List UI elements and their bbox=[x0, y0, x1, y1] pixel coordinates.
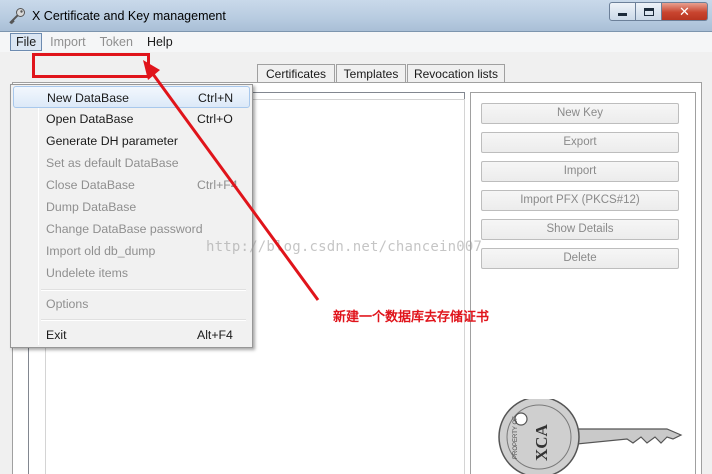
menu-item-dump-database[interactable]: Dump DataBase bbox=[13, 196, 250, 218]
key-app-icon bbox=[9, 8, 25, 25]
menu-item-label: Exit bbox=[46, 328, 67, 342]
menu-item-label: Import old db_dump bbox=[46, 244, 156, 258]
menu-separator bbox=[41, 319, 246, 321]
window-titlebar[interactable]: X Certificate and Key management ✕ bbox=[0, 0, 712, 32]
menu-item-label: Undelete items bbox=[46, 266, 129, 280]
tab-templates[interactable]: Templates bbox=[336, 64, 406, 83]
window-title: X Certificate and Key management bbox=[32, 9, 226, 23]
menu-item-change-password[interactable]: Change DataBase password bbox=[13, 218, 250, 240]
menu-item-label: Dump DataBase bbox=[46, 200, 137, 214]
import-pfx-button[interactable]: Import PFX (PKCS#12) bbox=[481, 190, 679, 211]
export-button[interactable]: Export bbox=[481, 132, 679, 153]
maximize-icon bbox=[643, 7, 654, 16]
annotation-text: 新建一个数据库去存储证书 bbox=[333, 310, 490, 325]
annotation-highlight-box bbox=[32, 53, 150, 78]
menu-item-label: New DataBase bbox=[47, 91, 130, 105]
key-logo-small-text: PROPERTY OF bbox=[513, 416, 519, 459]
close-icon: ✕ bbox=[679, 3, 690, 19]
tab-certificates[interactable]: Certificates bbox=[257, 64, 335, 83]
menu-item-label: Set as default DataBase bbox=[46, 156, 179, 170]
menu-import[interactable]: Import bbox=[44, 33, 91, 51]
menu-item-shortcut: Ctrl+O bbox=[197, 112, 233, 126]
menu-item-new-database[interactable]: New DataBase Ctrl+N bbox=[13, 86, 250, 108]
close-button[interactable]: ✕ bbox=[662, 2, 708, 21]
menu-item-shortcut: Alt+F4 bbox=[197, 328, 233, 342]
menu-item-set-default-database[interactable]: Set as default DataBase bbox=[13, 152, 250, 174]
menu-item-label: Options bbox=[46, 297, 89, 311]
menu-item-exit[interactable]: Exit Alt+F4 bbox=[13, 324, 250, 346]
menu-file[interactable]: File bbox=[10, 33, 43, 51]
menu-item-label: Change DataBase password bbox=[46, 222, 203, 236]
menu-item-label: Open DataBase bbox=[46, 112, 134, 126]
key-logo-xca-text: XCA bbox=[532, 423, 551, 461]
show-details-button[interactable]: Show Details bbox=[481, 219, 679, 240]
menu-item-undelete[interactable]: Undelete items bbox=[13, 262, 250, 284]
menu-item-label: Generate DH parameter bbox=[46, 134, 178, 148]
minimize-icon bbox=[618, 13, 627, 16]
menu-item-close-database[interactable]: Close DataBase Ctrl+F4 bbox=[13, 174, 250, 196]
file-menu-dropdown: New DataBase Ctrl+N Open DataBase Ctrl+O… bbox=[10, 84, 253, 348]
menubar: File Import Token Help bbox=[0, 32, 712, 52]
menu-item-options[interactable]: Options bbox=[13, 293, 250, 315]
xca-key-logo: PROPERTY OF XCA bbox=[498, 399, 683, 474]
new-key-button[interactable]: New Key bbox=[481, 103, 679, 124]
menu-item-open-database[interactable]: Open DataBase Ctrl+O bbox=[13, 108, 250, 130]
delete-button[interactable]: Delete bbox=[481, 248, 679, 269]
menu-item-shortcut: Ctrl+F4 bbox=[197, 178, 238, 192]
menu-help[interactable]: Help bbox=[141, 33, 179, 51]
minimize-button[interactable] bbox=[609, 2, 636, 21]
window-controls: ✕ bbox=[609, 2, 708, 21]
menu-item-label: Close DataBase bbox=[46, 178, 135, 192]
menu-token[interactable]: Token bbox=[94, 33, 139, 51]
maximize-button[interactable] bbox=[636, 2, 662, 21]
blog-watermark: http://blog.csdn.net/chancein007 bbox=[206, 239, 483, 255]
tab-revocation-lists[interactable]: Revocation lists bbox=[407, 64, 505, 83]
key-actions-panel: New Key Export Import Import PFX (PKCS#1… bbox=[470, 92, 696, 474]
import-button[interactable]: Import bbox=[481, 161, 679, 182]
menu-separator bbox=[41, 289, 246, 291]
menu-item-generate-dh[interactable]: Generate DH parameter bbox=[13, 130, 250, 152]
menu-item-shortcut: Ctrl+N bbox=[198, 91, 234, 105]
